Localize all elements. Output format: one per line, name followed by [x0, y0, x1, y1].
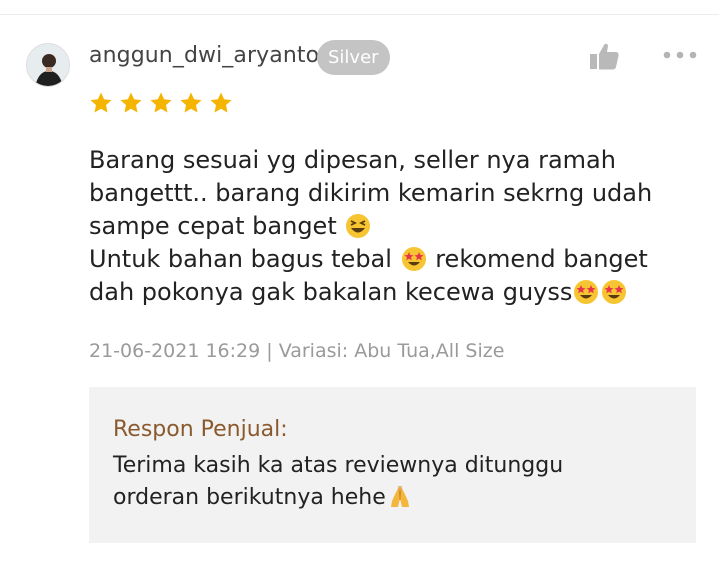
- star-icon: [120, 92, 142, 113]
- member-badge: Silver: [317, 40, 390, 75]
- thumbs-up-icon[interactable]: [589, 42, 619, 70]
- praying-hands-emoji-icon: [390, 485, 409, 507]
- avatar-image: [27, 44, 69, 86]
- seller-response-line: Terima kasih ka atas reviewnya ditunggu: [113, 453, 564, 478]
- review-line: Untuk bahan bagus tebal rekomend banget: [89, 245, 648, 273]
- avatar[interactable]: [26, 43, 70, 87]
- review-line: sampe cepat banget: [89, 210, 689, 243]
- star-struck-emoji-icon: [602, 280, 627, 304]
- star-struck-emoji-icon: [401, 247, 426, 271]
- laughing-emoji-icon: [346, 214, 371, 238]
- seller-response-text: Terima kasih ka atas reviewnya ditunggu …: [113, 450, 672, 514]
- star-struck-emoji-icon: [574, 280, 599, 304]
- top-divider: [0, 14, 719, 15]
- rating-stars: [89, 91, 233, 115]
- review-meta: 21-06-2021 16:29 | Variasi: Abu Tua,All …: [89, 340, 505, 362]
- star-icon: [90, 92, 112, 113]
- more-icon[interactable]: [662, 50, 698, 60]
- review-line: Barang sesuai yg dipesan, seller nya ram…: [89, 146, 616, 174]
- star-icon: [210, 92, 232, 113]
- star-icon: [180, 92, 202, 113]
- review-text: Barang sesuai yg dipesan, seller nya ram…: [89, 144, 689, 309]
- reviewer-username[interactable]: anggun_dwi_aryanto: [89, 43, 319, 68]
- review-line: bangettt.. barang dikirim kemarin sekrng…: [89, 179, 653, 207]
- star-icon: [150, 92, 172, 113]
- seller-response-title: Respon Penjual:: [113, 417, 288, 442]
- review-line: dah pokonya gak bakalan kecewa guyss: [89, 276, 689, 309]
- seller-response: Respon Penjual: Terima kasih ka atas rev…: [89, 387, 696, 543]
- seller-response-line: orderan berikutnya hehe: [113, 482, 672, 514]
